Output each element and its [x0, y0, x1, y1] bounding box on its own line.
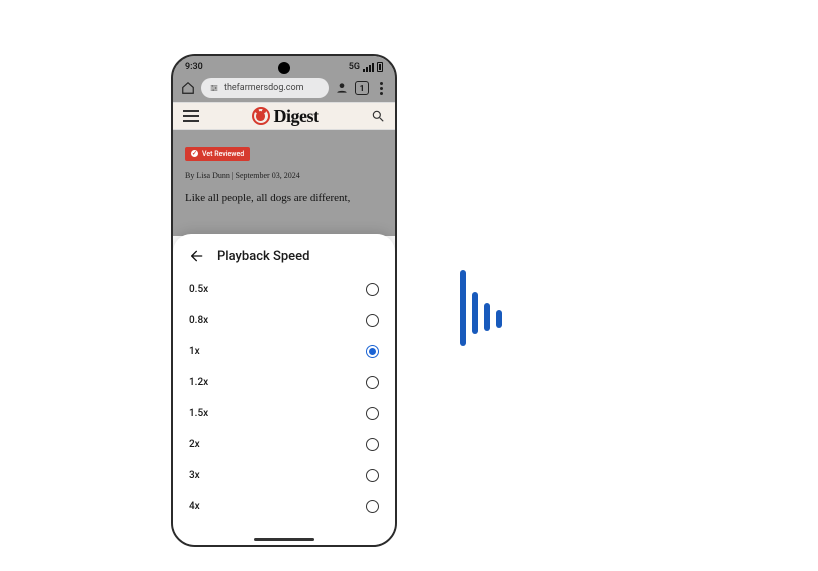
speed-option-label: 0.8x — [189, 315, 208, 326]
brand-logo-icon — [252, 107, 270, 125]
sound-wave-graphic — [460, 270, 502, 346]
battery-icon — [377, 62, 383, 72]
site-header: Digest — [173, 102, 395, 130]
browser-toolbar: thefarmersdog.com 1 — [173, 74, 395, 102]
radio-icon — [366, 500, 379, 513]
speed-option-label: 1x — [189, 346, 200, 357]
brand-name: Digest — [274, 106, 319, 127]
article-byline: By Lisa Dunn | September 03, 2024 — [185, 171, 383, 180]
speed-option[interactable]: 3x — [189, 460, 379, 491]
status-time: 9:30 — [185, 62, 203, 72]
speed-option[interactable]: 0.8x — [189, 305, 379, 336]
phone-frame: 9:30 5G thefarmersdog.com 1 Digest — [171, 54, 397, 547]
check-icon: ✓ — [191, 150, 198, 157]
site-brand[interactable]: Digest — [252, 106, 319, 127]
home-icon[interactable] — [181, 81, 195, 95]
status-network: 5G — [349, 62, 360, 72]
playback-speed-sheet: Playback Speed 0.5x 0.8x 1x 1.2x 1.5x 2x 3x 4x — [173, 234, 395, 545]
speed-option-label: 2x — [189, 439, 200, 450]
article-body: Like all people, all dogs are different, — [185, 190, 383, 207]
speed-option-label: 0.5x — [189, 284, 208, 295]
radio-icon — [366, 345, 379, 358]
speed-option-label: 1.2x — [189, 377, 208, 388]
sheet-title: Playback Speed — [217, 249, 309, 264]
back-arrow-icon[interactable] — [189, 248, 205, 264]
radio-icon — [366, 438, 379, 451]
search-icon[interactable] — [371, 109, 385, 123]
overflow-menu-icon[interactable] — [375, 82, 387, 95]
radio-icon — [366, 283, 379, 296]
speed-option[interactable]: 0.5x — [189, 274, 379, 305]
address-bar[interactable]: thefarmersdog.com — [201, 78, 329, 98]
speed-option[interactable]: 2x — [189, 429, 379, 460]
signal-icon — [363, 63, 374, 72]
vet-reviewed-badge: ✓ Vet Reviewed — [185, 147, 250, 161]
radio-icon — [366, 376, 379, 389]
speed-option-label: 4x — [189, 501, 200, 512]
tab-switcher[interactable]: 1 — [355, 81, 369, 95]
speed-option-label: 3x — [189, 470, 200, 481]
speed-option-label: 1.5x — [189, 408, 208, 419]
radio-icon — [366, 314, 379, 327]
speed-options-list: 0.5x 0.8x 1x 1.2x 1.5x 2x 3x 4x — [173, 274, 395, 545]
speed-option[interactable]: 1.2x — [189, 367, 379, 398]
account-icon[interactable] — [335, 81, 349, 95]
tune-icon — [209, 83, 219, 93]
speed-option[interactable]: 1.5x — [189, 398, 379, 429]
gesture-bar — [254, 538, 314, 541]
radio-icon — [366, 469, 379, 482]
camera-hole — [278, 62, 290, 74]
speed-option[interactable]: 4x — [189, 491, 379, 522]
radio-icon — [366, 407, 379, 420]
speed-option[interactable]: 1x — [189, 336, 379, 367]
hamburger-icon[interactable] — [183, 110, 199, 122]
url-text: thefarmersdog.com — [224, 83, 303, 93]
article-content: ✓ Vet Reviewed By Lisa Dunn | September … — [173, 130, 395, 206]
